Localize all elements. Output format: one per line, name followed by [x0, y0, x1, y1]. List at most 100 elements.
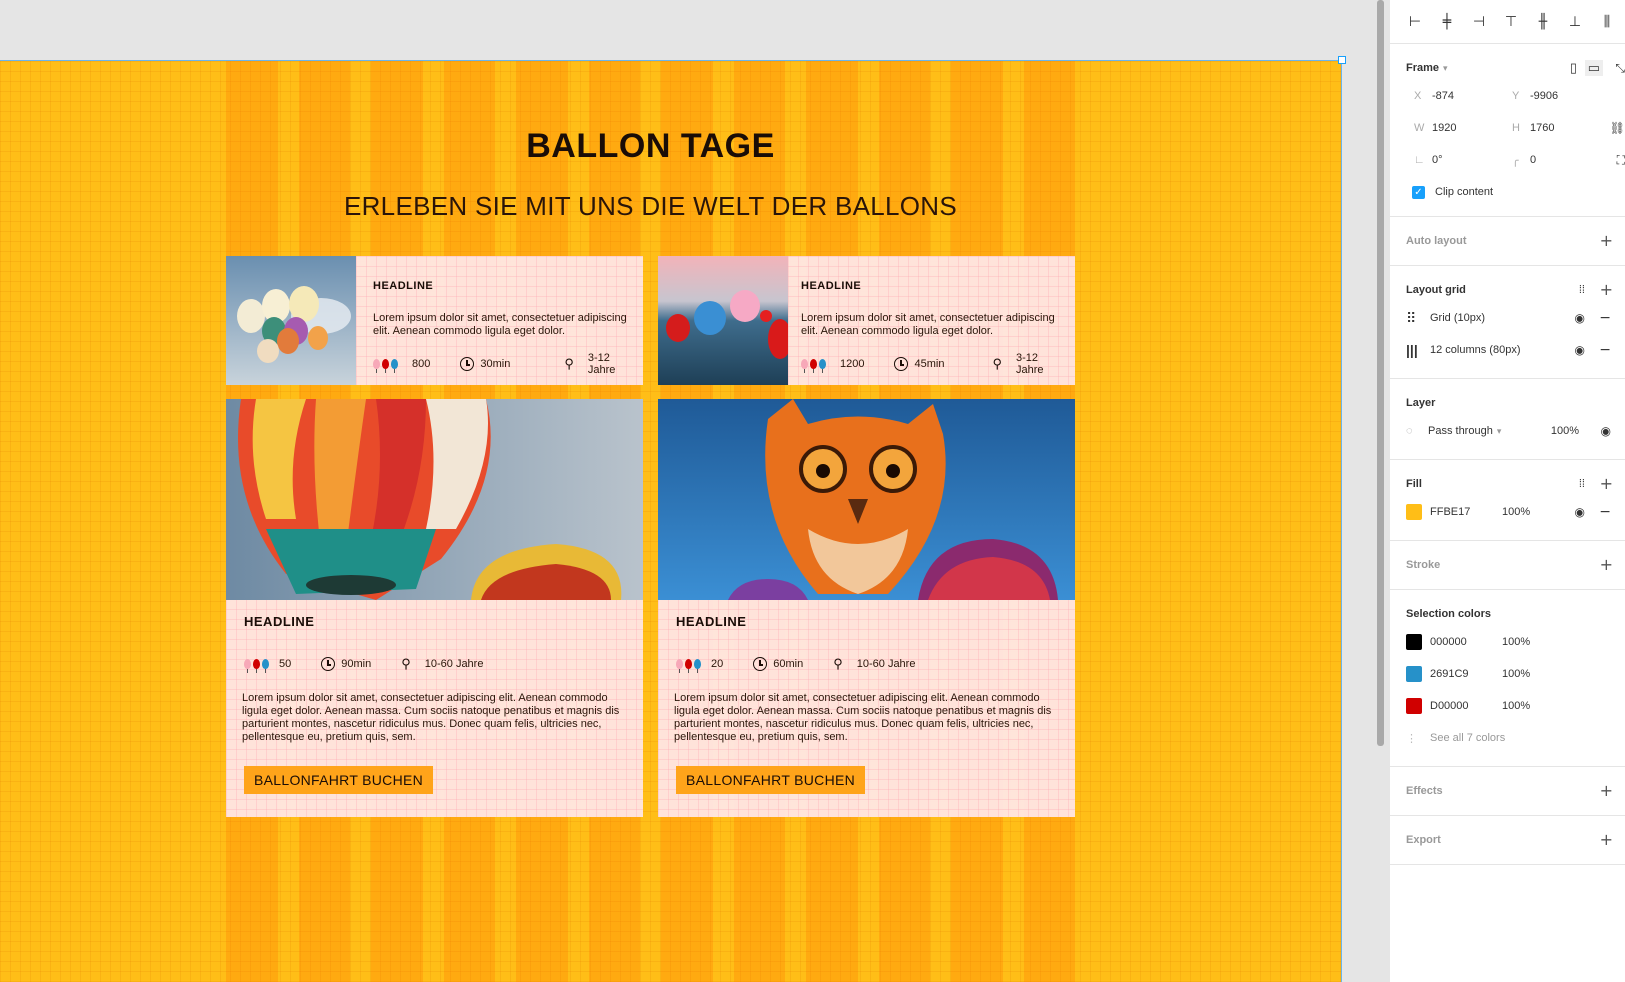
effects-title: Effects: [1406, 785, 1443, 797]
see-all-colors-link[interactable]: See all 7 colors: [1430, 732, 1505, 744]
align-left-icon[interactable]: ⊢: [1406, 13, 1424, 31]
clock-icon: [321, 657, 336, 671]
eye-icon[interactable]: ◉: [1575, 505, 1585, 519]
selection-handle[interactable]: [1338, 56, 1346, 64]
blend-mode-select[interactable]: Pass through: [1428, 425, 1493, 437]
frame-section: Frame ▾ ▯ ▭ ⤡ X -874 Y -9906 W 1920 H 17…: [1390, 44, 1625, 217]
add-effect-icon[interactable]: +: [1600, 779, 1613, 803]
small-card-1[interactable]: HEADLINE Lorem ipsum dolor sit amet, con…: [226, 256, 643, 385]
family-icon: ⚲: [401, 656, 411, 671]
balloons-sea-image: [658, 256, 788, 385]
remove-fill-icon[interactable]: −: [1599, 504, 1611, 520]
align-right-icon[interactable]: ⊣: [1470, 13, 1488, 31]
remove-columns-icon[interactable]: −: [1599, 342, 1611, 358]
w-label: W: [1414, 122, 1425, 134]
landscape-icon[interactable]: ▭: [1584, 60, 1603, 76]
color-hex[interactable]: D00000: [1430, 700, 1502, 712]
balloons-icon: [373, 359, 398, 373]
more-colors-icon: ⋮: [1406, 732, 1417, 745]
clip-content-checkbox[interactable]: ✓: [1412, 185, 1425, 199]
align-horizontal-center-icon[interactable]: ╪: [1438, 13, 1456, 31]
effects-section: Effects +: [1390, 767, 1625, 816]
eye-icon[interactable]: ◉: [1575, 343, 1585, 357]
add-export-icon[interactable]: +: [1600, 828, 1613, 852]
fill-title: Fill: [1406, 478, 1422, 490]
resize-to-fit-icon[interactable]: ⤡: [1615, 61, 1625, 76]
book-balloon-ride-button[interactable]: BALLONFAHRT BUCHEN: [244, 766, 434, 794]
color-hex[interactable]: 000000: [1430, 636, 1502, 648]
card-headline: HEADLINE: [244, 614, 315, 629]
chevron-down-icon[interactable]: ▾: [1497, 426, 1502, 437]
layer-section: Layer ◌ Pass through ▾ 100% ◉: [1390, 379, 1625, 460]
rotation-input[interactable]: 0°: [1432, 154, 1512, 166]
figma-app: BALLON TAGE ERLEBEN SIE MIT UNS DIE WELT…: [0, 0, 1625, 982]
eye-icon[interactable]: ◉: [1601, 424, 1611, 438]
h-label: H: [1512, 122, 1520, 134]
grid-icon[interactable]: ⠿: [1406, 310, 1430, 327]
card-meta: 1200 45min ⚲ 3-12 Jahre: [801, 352, 1075, 376]
x-label: X: [1414, 90, 1422, 102]
grid-styles-icon[interactable]: ⁞⁞: [1579, 278, 1585, 302]
remove-grid-icon[interactable]: −: [1599, 310, 1611, 326]
eye-icon[interactable]: ◉: [1575, 311, 1585, 325]
color-hex[interactable]: 2691C9: [1430, 668, 1502, 680]
portrait-icon[interactable]: ▯: [1570, 60, 1577, 76]
book-balloon-ride-button[interactable]: BALLONFAHRT BUCHEN: [676, 766, 866, 794]
fill-styles-icon[interactable]: ⁞⁞: [1579, 472, 1585, 496]
add-auto-layout-icon[interactable]: +: [1600, 229, 1613, 253]
layer-opacity-input[interactable]: 100%: [1551, 425, 1579, 437]
add-stroke-icon[interactable]: +: [1600, 553, 1613, 577]
balloons-icon: [244, 659, 269, 673]
align-top-icon[interactable]: ⊤: [1502, 13, 1520, 31]
clip-content-label: Clip content: [1435, 186, 1494, 198]
stroke-title: Stroke: [1406, 559, 1441, 571]
add-layout-grid-icon[interactable]: +: [1600, 278, 1613, 302]
distribute-icon[interactable]: ⫼: [1598, 13, 1616, 31]
auto-layout-title: Auto layout: [1406, 235, 1467, 247]
color-opacity[interactable]: 100%: [1502, 700, 1530, 712]
fill-hex-input[interactable]: FFBE17: [1430, 506, 1502, 518]
card-text: Lorem ipsum dolor sit amet, consectetuer…: [373, 312, 627, 337]
page-headline[interactable]: BALLON TAGE: [226, 127, 1075, 166]
color-opacity[interactable]: 100%: [1502, 668, 1530, 680]
constrain-proportions-icon[interactable]: ⛓: [1610, 121, 1625, 135]
add-fill-icon[interactable]: +: [1600, 472, 1613, 496]
frame-dropdown[interactable]: Frame: [1406, 62, 1439, 74]
y-input[interactable]: -9906: [1530, 90, 1558, 102]
color-swatch-red[interactable]: [1406, 698, 1422, 714]
canvas-scrollbar[interactable]: [1377, 0, 1384, 746]
card-headline: HEADLINE: [676, 614, 747, 629]
fill-swatch[interactable]: [1406, 504, 1422, 520]
y-label: Y: [1512, 90, 1520, 102]
properties-panel: ⊢ ╪ ⊣ ⊤ ╫ ⊥ ⫼ Frame ▾ ▯ ▭ ⤡ X -874 Y -99…: [1389, 0, 1625, 982]
height-input[interactable]: 1760: [1530, 122, 1554, 134]
independent-corners-icon[interactable]: ⛶: [1617, 153, 1625, 168]
width-input[interactable]: 1920: [1432, 122, 1512, 134]
color-swatch-black[interactable]: [1406, 634, 1422, 650]
balloons-icon: [676, 659, 701, 673]
columns-grid-label[interactable]: 12 columns (80px): [1430, 344, 1521, 356]
hot-air-balloon-image: [226, 399, 643, 600]
selection-colors-title: Selection colors: [1406, 608, 1491, 620]
color-swatch-blue[interactable]: [1406, 666, 1422, 682]
small-card-2[interactable]: HEADLINE Lorem ipsum dolor sit amet, con…: [658, 256, 1075, 385]
columns-icon[interactable]: |||: [1406, 342, 1430, 358]
fill-opacity-input[interactable]: 100%: [1502, 506, 1530, 518]
clock-icon: [753, 657, 768, 671]
clock-icon: [894, 357, 909, 371]
big-card-1[interactable]: HEADLINE 50 90min ⚲ 10-60 Jahre Lorem ips…: [226, 399, 643, 817]
layout-grid-title: Layout grid: [1406, 284, 1466, 296]
family-icon: ⚲: [833, 656, 843, 671]
corner-radius-input[interactable]: 0: [1530, 154, 1536, 166]
align-bottom-icon[interactable]: ⊥: [1566, 13, 1584, 31]
align-vertical-center-icon[interactable]: ╫: [1534, 13, 1552, 31]
big-card-2[interactable]: HEADLINE 20 60min ⚲ 10-60 Jahre Lorem ips…: [658, 399, 1075, 817]
frame-ballon-tage[interactable]: BALLON TAGE ERLEBEN SIE MIT UNS DIE WELT…: [0, 60, 1342, 982]
design-canvas[interactable]: BALLON TAGE ERLEBEN SIE MIT UNS DIE WELT…: [0, 0, 1389, 982]
grid-10px-label[interactable]: Grid (10px): [1430, 312, 1485, 324]
color-opacity[interactable]: 100%: [1502, 636, 1530, 648]
chevron-down-icon[interactable]: ▾: [1443, 63, 1448, 74]
page-subheadline[interactable]: ERLEBEN SIE MIT UNS DIE WELT DER BALLONS: [226, 191, 1075, 222]
x-input[interactable]: -874: [1432, 90, 1512, 102]
card-headline: HEADLINE: [801, 280, 862, 292]
